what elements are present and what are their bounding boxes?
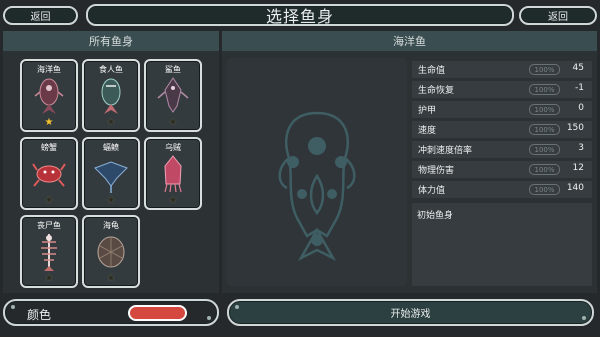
fish-card-shark[interactable]: 鲨鱼 ★ — [144, 59, 202, 132]
fish-description: 初始鱼身 — [417, 211, 454, 221]
stat-row-dash-multiplier: 冲刺速度倍率 100% 3 — [412, 141, 592, 158]
stat-percent: 100% — [529, 144, 560, 155]
stat-label: 速度 — [418, 126, 437, 136]
stat-percent: 100% — [529, 64, 560, 75]
corner-dot-icon — [207, 316, 211, 320]
stat-row-health-regen: 生命恢复 100% -1 — [412, 81, 592, 98]
stat-percent: 100% — [529, 164, 560, 175]
manta-ray-icon — [94, 161, 128, 193]
fish-outline-icon — [278, 111, 356, 261]
color-selector: 颜色 — [3, 299, 219, 326]
stat-label: 体力值 — [418, 186, 446, 196]
sea-turtle-icon — [97, 236, 125, 268]
fish-card-crab[interactable]: 螃蟹 ★ — [20, 137, 78, 210]
stat-row-health: 生命值 100% 45 — [412, 61, 592, 78]
corner-dot-icon — [235, 305, 239, 309]
page-title-bar: 选择鱼身 — [86, 4, 514, 26]
piranha-icon — [101, 78, 121, 114]
star-icon: ★ — [168, 117, 178, 128]
fish-body-detail-panel: 海洋鱼 生命值 100% 45 生命恢复 100% -1 护甲 100% 0 速… — [222, 31, 597, 293]
stat-label: 护甲 — [418, 106, 437, 116]
crab-icon — [32, 163, 66, 187]
stat-label: 物理伤害 — [418, 166, 455, 176]
stat-percent: 100% — [529, 124, 560, 135]
stat-label: 冲刺速度倍率 — [418, 146, 473, 156]
corner-dot-icon — [582, 316, 586, 320]
stat-value: -1 — [575, 83, 584, 93]
stat-label: 生命值 — [418, 66, 446, 76]
stat-value: 150 — [566, 123, 584, 133]
squid-icon — [164, 155, 182, 193]
fish-card-zombie-fish[interactable]: 丧尸鱼 ★ — [20, 215, 78, 288]
fish-card-piranha[interactable]: 食人鱼 ★ — [82, 59, 140, 132]
shark-icon — [157, 77, 189, 113]
stat-value: 140 — [566, 183, 584, 193]
fish-card-manta-ray[interactable]: 蝠鲼 ★ — [82, 137, 140, 210]
selected-fish-name: 海洋鱼 — [222, 31, 597, 51]
zombie-fish-icon — [41, 234, 57, 271]
color-label: 颜色 — [27, 308, 52, 322]
stat-percent: 100% — [529, 104, 560, 115]
stat-row-armor: 护甲 100% 0 — [412, 101, 592, 118]
star-icon: ★ — [44, 117, 54, 128]
corner-dot-icon — [11, 305, 15, 309]
fish-card-ocean-fish[interactable]: 海洋鱼 ★ — [20, 59, 78, 132]
start-game-button[interactable]: 开始游戏 — [227, 299, 594, 326]
fish-description-box: 初始鱼身 — [412, 203, 592, 286]
stat-label: 生命恢复 — [418, 86, 455, 96]
star-icon: ★ — [106, 117, 116, 128]
back-button-left[interactable]: 返回 — [3, 6, 78, 25]
star-icon: ★ — [44, 195, 54, 206]
stat-row-stamina: 体力值 100% 140 — [412, 181, 592, 198]
back-button-right[interactable]: 返回 — [519, 6, 597, 25]
stat-value: 12 — [572, 163, 584, 173]
back-button-left-label: 返回 — [30, 12, 51, 23]
fish-card-squid[interactable]: 乌贼 ★ — [144, 137, 202, 210]
back-button-right-label: 返回 — [548, 12, 568, 23]
star-icon: ★ — [106, 273, 116, 284]
fish-body-list-title: 所有鱼身 — [3, 31, 219, 51]
color-swatch[interactable] — [128, 305, 187, 321]
stat-percent: 100% — [529, 184, 560, 195]
stat-row-physical-damage: 物理伤害 100% 12 — [412, 161, 592, 178]
star-icon: ★ — [44, 273, 54, 284]
star-icon: ★ — [106, 195, 116, 206]
start-game-label: 开始游戏 — [390, 309, 431, 320]
fish-body-list-panel: 所有鱼身 海洋鱼 ★ 食人鱼 ★ 鲨鱼 ★ 螃蟹 ★ 蝠鲼 ★ 乌贼 ★ 丧尸鱼… — [3, 31, 219, 293]
stat-value: 0 — [578, 103, 584, 113]
ocean-fish-icon — [34, 78, 64, 114]
stat-row-speed: 速度 100% 150 — [412, 121, 592, 138]
fish-preview — [227, 58, 407, 286]
stat-percent: 100% — [529, 84, 560, 95]
page-title: 选择鱼身 — [265, 7, 334, 26]
stat-value: 3 — [578, 143, 584, 153]
fish-card-sea-turtle[interactable]: 海龟 ★ — [82, 215, 140, 288]
stat-value: 45 — [572, 63, 584, 73]
star-icon: ★ — [168, 195, 178, 206]
